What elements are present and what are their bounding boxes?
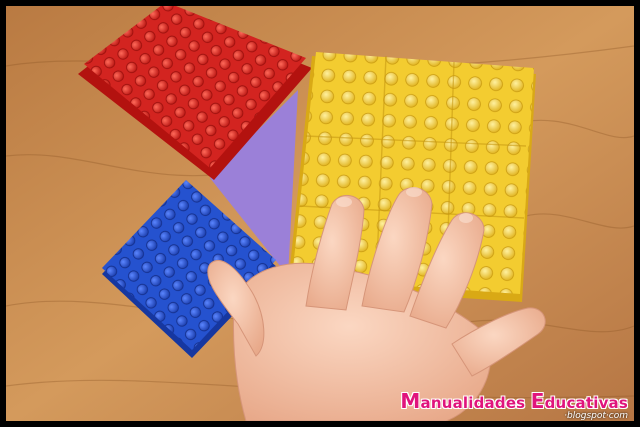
watermark-word1: anualidades (420, 394, 531, 412)
photo (6, 6, 634, 421)
photo-frame: Manualidades Educativas ·blogspot·com (0, 0, 640, 427)
watermark-word2: ducativas (544, 394, 628, 412)
watermark-cap-m: M (400, 389, 421, 413)
watermark-title: Manualidades Educativas (400, 391, 628, 411)
watermark-subtitle: ·blogspot·com (564, 411, 628, 421)
blog-watermark: Manualidades Educativas ·blogspot·com (400, 391, 628, 421)
watermark-cap-e: E (530, 389, 545, 413)
